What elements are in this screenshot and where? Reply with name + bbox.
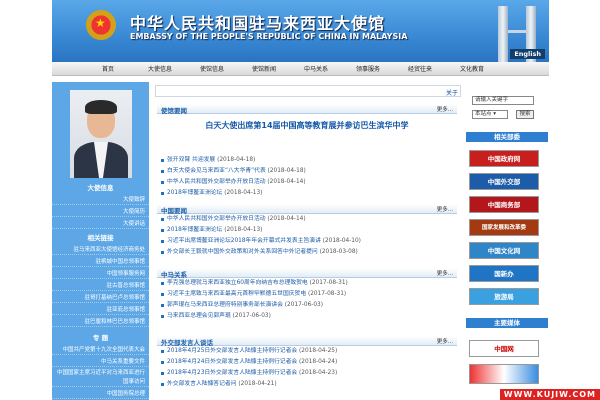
sidebar-item-speech[interactable]: 大使致辞 <box>52 195 149 205</box>
chevron-down-icon: ▾ <box>493 111 497 117</box>
tourism-logo[interactable]: 旅游局 <box>469 288 539 305</box>
news-item[interactable]: 外交部长王毅就中国外交政策和对外关系回答中外记者提问 (2018-03-08) <box>157 247 457 258</box>
sidebar-topic[interactable]: 中国共产党第十九次全国代表大会 <box>52 345 149 355</box>
national-emblem-icon: ★ <box>86 10 116 40</box>
sidebar-link[interactable]: 驻哥打基纳巴卢总领事馆 <box>52 293 149 303</box>
more-link[interactable]: 更多... <box>437 105 453 113</box>
more-link[interactable]: 更多... <box>437 337 453 345</box>
nav-ambassador[interactable]: 大使信息 <box>134 64 186 73</box>
more-link[interactable]: 更多... <box>437 205 453 213</box>
sidebar-item-remarks[interactable]: 大使讲话 <box>52 219 149 229</box>
news-item[interactable]: 白天大使会见马来西亚“八大华青”代表 (2018-04-18) <box>157 166 457 177</box>
nav-embassy[interactable]: 使馆信息 <box>186 64 238 73</box>
nav-relations[interactable]: 中马关系 <box>290 64 342 73</box>
search-button[interactable]: 搜索 <box>516 110 534 119</box>
ambassador-photo[interactable] <box>70 90 132 178</box>
sidebar-link[interactable]: 中国领事服务网 <box>52 269 149 279</box>
nav-news[interactable]: 使馆新闻 <box>238 64 290 73</box>
ticker-text: 关于 <box>445 90 458 97</box>
site-title-cn: 中华人民共和国驻马来西亚大使馆 <box>130 14 386 33</box>
scope-select[interactable]: 本站点 ▾ <box>472 110 508 119</box>
site-title-en: EMBASSY OF THE PEOPLE'S REPUBLIC OF CHIN… <box>130 32 408 41</box>
right-sidebar: 请输入关键字 本站点 ▾ 搜索 相关部委 中国政府网 中国外交部 中国商务部 国… <box>466 82 548 400</box>
nav-trade[interactable]: 经贸往来 <box>394 64 446 73</box>
news-item[interactable]: 2018年4月25日外交部发言人陆慷主持例行记者会 (2018-04-25) <box>157 346 457 357</box>
news-item[interactable]: 郭声琨在马来西亚总理府特别事务部长演讲会 (2017-06-03) <box>157 300 457 311</box>
feature-headline[interactable]: 白天大使出席第14届中国高等教育展并参访巴生滨华中学 <box>157 120 457 131</box>
sidebar-topic[interactable]: 中国国家主席习近平对马来西亚进行国事访问 <box>52 369 149 387</box>
site-header: ★ 中华人民共和国驻马来西亚大使馆 EMBASSY OF THE PEOPLE'… <box>52 0 549 62</box>
media-heading: 主要媒体 <box>466 318 548 328</box>
topics-heading: 专 题 <box>92 334 109 342</box>
news-item[interactable]: 李克强总理就马来西亚独立60周年向纳吉布总理致贺电 (2017-08-31) <box>157 278 457 289</box>
sidebar-link[interactable]: 驻亚庇总领事馆 <box>52 305 149 315</box>
more-link[interactable]: 更多... <box>437 269 453 277</box>
news-ticker[interactable]: 关于 <box>155 85 461 97</box>
media-banner[interactable] <box>469 364 539 384</box>
mfa-logo[interactable]: 中国外交部 <box>469 173 539 190</box>
ndrc-logo[interactable]: 国家发展和改革委 <box>469 219 539 236</box>
watermark: WWW.KUJIW.COM <box>499 389 600 400</box>
main-content: 关于 使馆要闻 更多... 白天大使出席第14届中国高等教育展并参访巴生滨华中学 … <box>155 82 461 400</box>
sidebar-link[interactable]: 驻槟城中国总领事馆 <box>52 257 149 267</box>
ministries-heading: 相关部委 <box>466 132 548 142</box>
sidebar-topic[interactable]: 中马关系重要文件 <box>52 357 149 367</box>
china-net-logo[interactable]: 中国网 <box>469 340 539 357</box>
sidebar-topic[interactable]: 中国国务院总理 <box>52 389 149 399</box>
section-title: 使馆要闻 <box>161 107 187 115</box>
english-link[interactable]: English <box>510 49 545 59</box>
sidebar-item-resume[interactable]: 大使简历 <box>52 207 149 217</box>
news-item[interactable]: 中华人民共和国外交部举办开放日活动 (2018-04-14) <box>157 177 457 188</box>
nav-consular[interactable]: 领事服务 <box>342 64 394 73</box>
scio-logo[interactable]: 国新办 <box>469 265 539 282</box>
news-item[interactable]: 习近平出席博鳌亚洲论坛2018年年会开幕式并发表主旨演讲 (2018-04-10… <box>157 236 457 247</box>
news-item[interactable]: 中华人民共和国外交部举办开放日活动 (2018-04-14) <box>157 214 457 225</box>
news-item[interactable]: 2018年4月24日外交部发言人陆慷主持例行记者会 (2018-04-24) <box>157 357 457 368</box>
main-nav: 首页 大使信息 使馆信息 使馆新闻 中马关系 领事服务 经贸往来 文化教育 <box>52 62 549 76</box>
news-item[interactable]: 2018年博鳌亚洲论坛 (2018-04-13) <box>157 225 457 236</box>
page: ★ 中华人民共和国驻马来西亚大使馆 EMBASSY OF THE PEOPLE'… <box>0 0 600 400</box>
culture-logo[interactable]: 中国文化网 <box>469 242 539 259</box>
section-spokesperson: 外交部发言人谈话 更多... 2018年4月25日外交部发言人陆慷主持例行记者会 … <box>157 336 457 390</box>
sidebar-link[interactable]: 驻巴厘和林巴巴总领事馆 <box>52 317 149 327</box>
related-links-heading: 相关链接 <box>87 234 114 242</box>
search-input[interactable]: 请输入关键字 <box>472 96 534 105</box>
news-item[interactable]: 张开双臂 共迎发展 (2018-04-18) <box>157 155 457 166</box>
nav-home[interactable]: 首页 <box>82 64 134 73</box>
mofcom-logo[interactable]: 中国商务部 <box>469 196 539 213</box>
news-item[interactable]: 外交部发言人陆慷答记者问 (2018-04-21) <box>157 379 457 390</box>
ambassador-info-heading: 大使信息 <box>87 184 114 192</box>
nav-culture[interactable]: 文化教育 <box>446 64 498 73</box>
section-china-news: 中国要闻 更多... 中华人民共和国外交部举办开放日活动 (2018-04-14)… <box>157 204 457 258</box>
news-item[interactable]: 马来西亚总理会见郭声琨 (2017-06-03) <box>157 311 457 322</box>
sidebar-link[interactable]: 驻古晋总领事馆 <box>52 281 149 291</box>
sidebar-link[interactable]: 驻马来西亚大使馆经济商务处 <box>52 245 149 255</box>
left-sidebar: 大使信息 大使致辞 大使简历 大使讲话 相关链接 驻马来西亚大使馆经济商务处 驻… <box>52 82 149 400</box>
gov-cn-logo[interactable]: 中国政府网 <box>469 150 539 167</box>
news-item[interactable]: 2018年4月23日外交部发言人陆慷主持例行记者会 (2018-04-23) <box>157 368 457 379</box>
section-relations: 中马关系 更多... 李克强总理就马来西亚独立60周年向纳吉布总理致贺电 (201… <box>157 268 457 322</box>
section-embassy-news: 使馆要闻 更多... 白天大使出席第14届中国高等教育展并参访巴生滨华中学 张开双… <box>157 104 457 199</box>
news-item[interactable]: 2018年博鳌亚洲论坛 (2018-04-13) <box>157 188 457 199</box>
news-item[interactable]: 习近平主席致马来西亚最高元首穆罕默德五世国庆贺电 (2017-08-31) <box>157 289 457 300</box>
